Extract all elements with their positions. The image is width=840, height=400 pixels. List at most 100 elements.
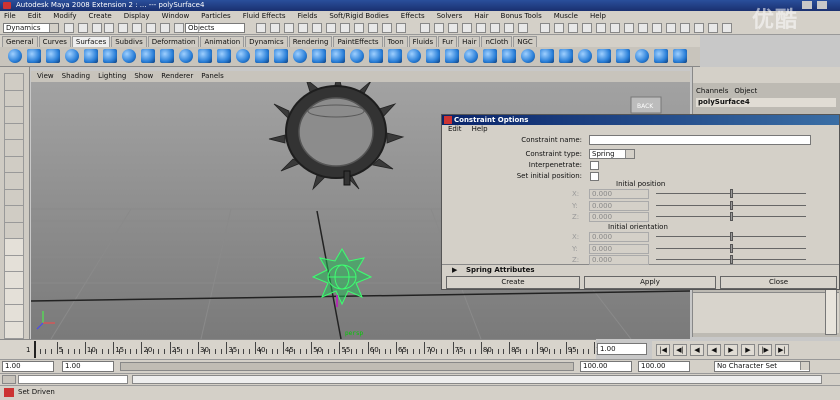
status-tool-icon[interactable] [568,23,578,33]
channel-box-scrollbar[interactable] [825,287,837,335]
shelf-surface-icon[interactable] [141,49,155,63]
status-tool-icon[interactable] [610,23,620,33]
status-tool-icon[interactable] [340,23,350,33]
shelf-tab-fluids[interactable]: Fluids [408,36,438,47]
end-time-field[interactable]: 100.00 [638,361,690,372]
time-slider[interactable]: 1510152025303540455055606570758085909510… [0,339,609,359]
status-tool-icon[interactable] [722,23,732,33]
shelf-surface-icon[interactable] [274,49,288,63]
menu-window[interactable]: Window [162,11,190,21]
slider-thumb[interactable] [730,243,733,253]
slider-thumb[interactable] [730,200,733,210]
status-tool-icon[interactable] [298,23,308,33]
shelf-surface-icon[interactable] [464,49,478,63]
close-dialog-button[interactable]: Close [720,276,837,289]
initial-orientation-y-slider[interactable] [656,243,806,254]
status-tool-icon[interactable] [540,23,550,33]
status-tool-icon[interactable] [118,23,128,33]
status-tool-icon[interactable] [582,23,592,33]
status-tool-icon[interactable] [518,23,528,33]
selection-mode-dropdown[interactable]: Objects [185,23,245,33]
scale-tool-icon[interactable] [4,155,24,174]
status-tool-icon[interactable] [382,23,392,33]
menu-display[interactable]: Display [124,11,150,21]
initial-position-y-field[interactable]: 0.000 [589,200,649,211]
shelf-tab-subdivs[interactable]: Subdivs [111,36,147,47]
shelf-surface-icon[interactable] [445,49,459,63]
shelf-surface-icon[interactable] [103,49,117,63]
shelf-tab-hair[interactable]: Hair [458,36,481,47]
menu-bonus-tools[interactable]: Bonus Tools [501,11,542,21]
close-button[interactable] [816,1,827,9]
status-tool-icon[interactable] [270,23,280,33]
spring-attributes-section[interactable]: ▶ Spring Attributes [442,264,839,276]
shelf-tab-dynamics[interactable]: Dynamics [245,36,288,47]
status-tool-icon[interactable] [638,23,648,33]
playback-start-field[interactable]: 1.00 [62,361,114,372]
outliner-layout-icon[interactable] [4,304,24,322]
status-tool-icon[interactable] [326,23,336,33]
range-slider-bar[interactable] [120,362,574,371]
viewport-menu-shading[interactable]: Shading [62,71,90,82]
current-frame-field[interactable]: 1.00 [597,343,647,355]
menu-fields[interactable]: Fields [298,11,318,21]
status-tool-icon[interactable] [448,23,458,33]
initial-orientation-z-field[interactable]: 0.000 [589,255,649,265]
status-tool-icon[interactable] [490,23,500,33]
menu-edit[interactable]: Edit [28,11,42,21]
status-tool-icon[interactable] [256,23,266,33]
menu-particles[interactable]: Particles [201,11,231,21]
status-tool-icon[interactable] [396,23,406,33]
viewport-menu-lighting[interactable]: Lighting [98,71,126,82]
rotate-tool-icon[interactable] [4,139,24,157]
shelf-surface-icon[interactable] [369,49,383,63]
initial-position-z-field[interactable]: 0.000 [589,212,649,222]
shelf-surface-icon[interactable] [616,49,630,63]
create-button[interactable]: Create [446,276,580,289]
shelf-surface-icon[interactable] [65,49,79,63]
shelf-surface-icon[interactable] [350,49,364,63]
curve-tool-icon[interactable] [4,238,24,256]
status-tool-icon[interactable] [652,23,662,33]
shelf-tab-deformation[interactable]: Deformation [147,36,200,47]
lasso-tool-icon[interactable] [4,89,24,108]
shelf-tab-curves[interactable]: Curves [38,36,71,47]
menu-modify[interactable]: Modify [53,11,76,21]
initial-position-y-slider[interactable] [656,200,806,211]
status-tool-icon[interactable] [160,23,170,33]
shelf-surface-icon[interactable] [27,49,41,63]
minimize-button[interactable] [802,1,812,9]
shelf-surface-icon[interactable] [540,49,554,63]
apply-button[interactable]: Apply [584,276,716,289]
shelf-tab-animation[interactable]: Animation [200,36,245,47]
slider-thumb[interactable] [730,232,733,241]
shelf-surface-icon[interactable] [236,49,250,63]
expand-triangle-icon[interactable]: ▶ [452,266,457,274]
shelf-surface-icon[interactable] [635,49,649,63]
layout-single-icon[interactable] [4,254,24,273]
channel-box-tab-channels[interactable]: Channels [696,87,728,95]
shelf-surface-icon[interactable] [198,49,212,63]
move-tool-icon[interactable] [4,122,24,141]
shelf-tab-ncloth[interactable]: nCloth [481,36,513,47]
slider-thumb[interactable] [730,189,733,198]
menu-muscle[interactable]: Muscle [554,11,578,21]
playback-end-field[interactable]: 100.00 [580,361,632,372]
shelf-surface-icon[interactable] [521,49,535,63]
slider-thumb[interactable] [730,255,733,264]
status-tool-icon[interactable] [420,23,430,33]
command-input[interactable] [18,375,128,384]
shelf-surface-icon[interactable] [84,49,98,63]
slider-thumb[interactable] [730,212,733,221]
status-tool-icon[interactable] [132,23,142,33]
menu-fluid-effects[interactable]: Fluid Effects [243,11,286,21]
shelf-surface-icon[interactable] [407,49,421,63]
shelf-tab-painteffects[interactable]: PaintEffects [333,36,383,47]
status-tool-icon[interactable] [694,23,704,33]
manipulator-icon[interactable] [4,172,24,190]
shelf-tab-rendering[interactable]: Rendering [288,36,333,47]
status-tool-icon[interactable] [146,23,156,33]
constraint-name-field[interactable] [589,135,811,145]
status-tool-icon[interactable] [596,23,606,33]
menu-solvers[interactable]: Solvers [437,11,463,21]
